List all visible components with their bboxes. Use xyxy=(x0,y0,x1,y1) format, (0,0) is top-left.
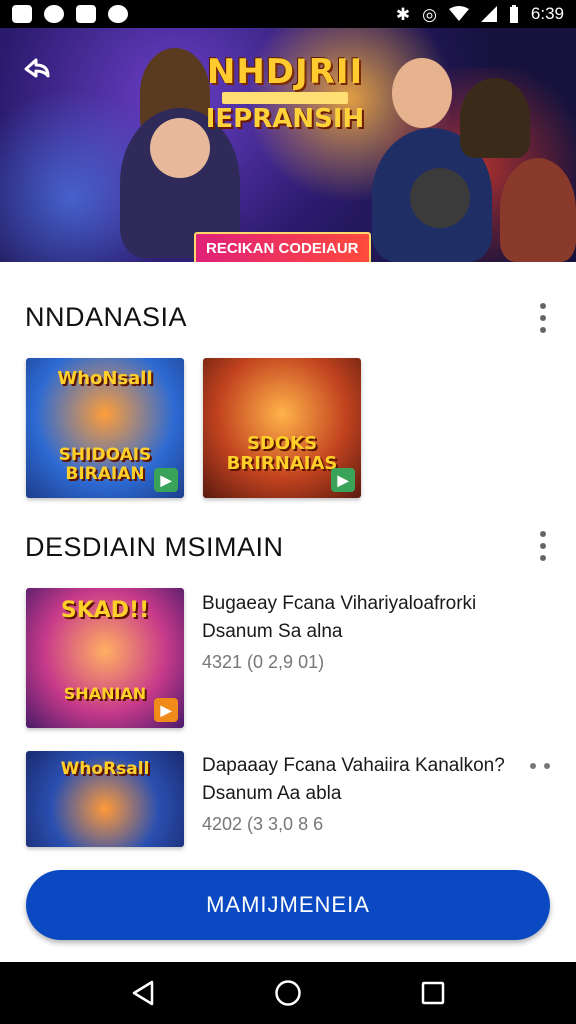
kebab-dot xyxy=(540,555,546,561)
kebab-dot xyxy=(540,543,546,549)
primary-action-button[interactable]: MAMIJMENEIA xyxy=(26,870,550,940)
play-badge-icon: ▶ xyxy=(154,698,178,722)
game-thumbnail[interactable]: WhoRsall xyxy=(26,751,184,847)
hero-title: NHDJRII xyxy=(206,52,364,92)
game-thumbnail[interactable]: WhoNsall SHIDOAIS BIRAIAN ▶ xyxy=(26,358,184,498)
section-title: NNDANASIA xyxy=(25,302,188,332)
item-more-button[interactable] xyxy=(530,762,550,770)
list-item-title: Bugaeay Fcana Vihariyaloafrorki xyxy=(202,593,477,614)
hero-tagline-bar xyxy=(222,92,348,104)
thumbnail-title: SKAD!! xyxy=(60,598,150,623)
game-thumbnail[interactable]: SDOKS BRIRNAIAS ▶ xyxy=(203,358,361,498)
thumbnail-title: WhoRsall xyxy=(60,759,150,779)
back-button[interactable] xyxy=(18,50,56,88)
hero-character xyxy=(410,168,470,228)
nav-home-button[interactable] xyxy=(268,973,308,1013)
list-item-title: Dapaaay Fcana Vahaiira Kanalkon? xyxy=(202,755,505,776)
status-bar: ✱ ◎ 6:39 xyxy=(0,0,576,28)
back-arrow-icon xyxy=(24,58,50,78)
notification-icon xyxy=(12,5,32,23)
list-item-text[interactable]: Dapaaay Fcana Vahaiira Kanalkon? Dsanum … xyxy=(202,755,505,835)
back-triangle-icon xyxy=(132,980,153,1006)
more-options-button[interactable] xyxy=(538,303,548,333)
alarm-icon: ◎ xyxy=(422,4,437,24)
settings-icon xyxy=(44,5,64,23)
status-time: 6:39 xyxy=(530,4,564,23)
status-left-icons xyxy=(12,5,128,23)
navigation-bar xyxy=(0,962,576,1024)
more-options-button[interactable] xyxy=(538,531,548,561)
hero-banner[interactable]: NHDJRII IEPRANSIH RECIKAN CODEIAUR xyxy=(0,28,576,262)
play-badge-icon: ▶ xyxy=(331,468,355,492)
kebab-dot xyxy=(540,327,546,333)
hero-cta-button[interactable]: RECIKAN CODEIAUR xyxy=(194,232,371,262)
more-dot xyxy=(544,763,550,769)
list-item-text[interactable]: Bugaeay Fcana Vihariyaloafrorki Dsanum S… xyxy=(202,593,476,673)
more-dot xyxy=(530,763,536,769)
recents-square-icon xyxy=(422,981,445,1005)
hero-character xyxy=(500,158,576,262)
hero-character xyxy=(460,78,530,158)
play-badge-icon: ▶ xyxy=(154,468,178,492)
signal-icon xyxy=(480,6,497,22)
bluetooth-icon: ✱ xyxy=(395,4,411,24)
nav-back-button[interactable] xyxy=(123,973,163,1013)
list-item-meta: 4321 (0 2,9 01) xyxy=(202,652,325,672)
game-thumbnail[interactable]: SKAD!! SHANIAN ▶ xyxy=(26,588,184,728)
home-circle-icon xyxy=(275,980,301,1006)
section-title: DESDIAIN MSIMAIN xyxy=(25,532,284,562)
thumbnail-title: WhoNsall xyxy=(57,368,153,389)
hero-subtitle: IEPRANSIH xyxy=(205,104,365,134)
list-item-subtitle: Dsanum Sa alna xyxy=(202,621,343,642)
battery-icon xyxy=(509,5,518,23)
nav-recents-button[interactable] xyxy=(413,973,453,1013)
status-right-icons: ✱ ◎ 6:39 xyxy=(396,4,564,24)
kebab-dot xyxy=(540,315,546,321)
list-item-meta: 4202 (3 3,0 8 6 xyxy=(202,814,324,834)
list-item-subtitle: Dsanum Aa abla xyxy=(202,783,342,804)
whatsapp-icon xyxy=(108,5,128,23)
hero-character xyxy=(392,58,452,128)
kebab-dot xyxy=(540,531,546,537)
wifi-icon xyxy=(448,6,469,21)
kebab-dot xyxy=(540,303,546,309)
app-icon xyxy=(76,5,96,23)
